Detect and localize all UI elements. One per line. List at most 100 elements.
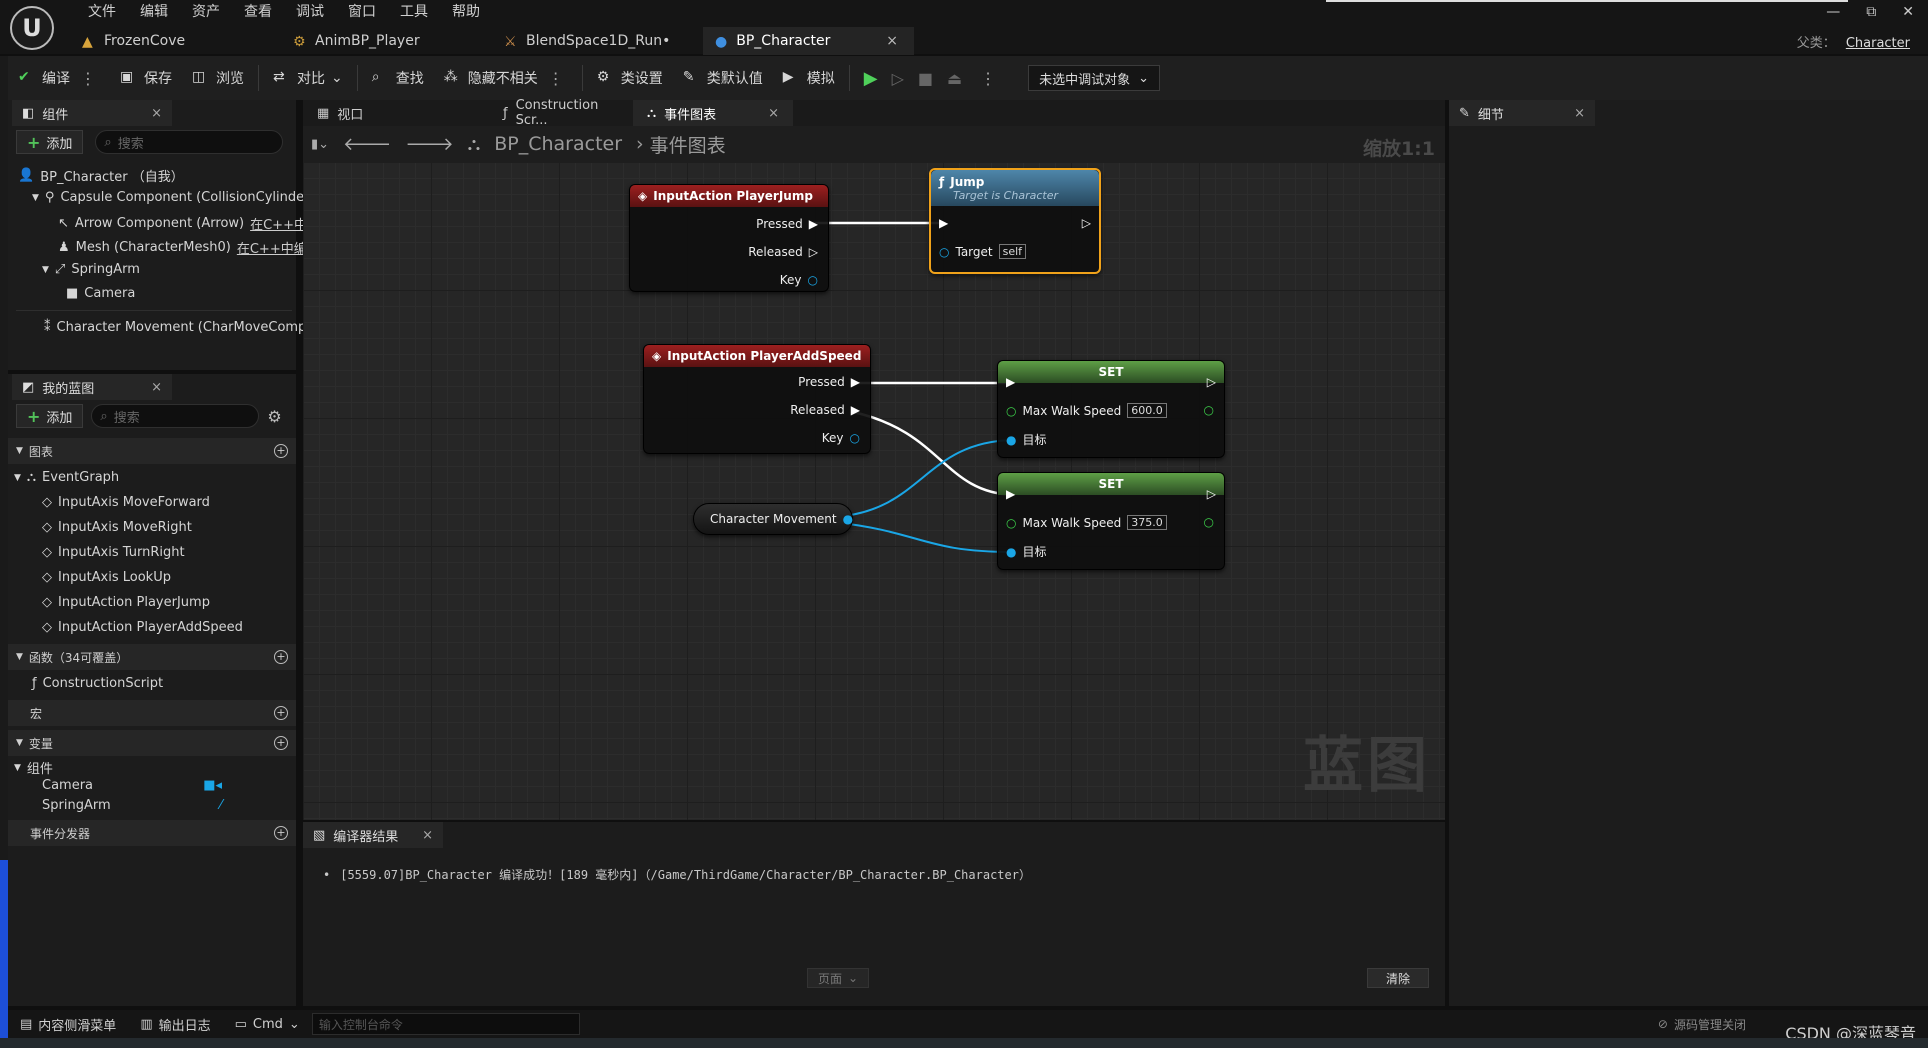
pin-released[interactable]: Released ▷ [748, 245, 818, 259]
doc-tab-animbp-player[interactable]: ⚙ AnimBP_Player [281, 27, 492, 55]
forward-arrow-icon[interactable]: 🡒 [405, 134, 453, 155]
event-item[interactable]: ◇ InputAxis LookUp [42, 570, 171, 585]
gear-icon[interactable]: ⚙ [267, 407, 281, 426]
node-set-max-walk-speed-2[interactable]: SET ▶ ▷ ○ Max Walk Speed 375.0 ○ ● 目标 [997, 472, 1225, 570]
menu-file[interactable]: 文件 [76, 2, 128, 22]
pin-output[interactable]: ○ [1204, 403, 1214, 417]
add-circle-icon[interactable]: + [274, 826, 288, 840]
components-tab[interactable]: ◧ 组件 × [12, 100, 172, 126]
stop-icon[interactable]: ■ [918, 69, 933, 88]
compiler-results-tab[interactable]: ▧ 编译器结果 × [303, 822, 443, 848]
save-button[interactable]: ▣ 保存 [110, 56, 182, 100]
node-character-movement-getter[interactable]: Character Movement ● [693, 503, 853, 535]
content-drawer-button[interactable]: ▤ 内容侧滑菜单 [8, 1015, 128, 1034]
play-icon[interactable]: ▶ [864, 68, 878, 89]
tree-item-camera[interactable]: ■ Camera [66, 286, 135, 301]
variable-group-components[interactable]: ▼ 组件 [14, 758, 53, 777]
close-icon[interactable]: × [768, 106, 779, 121]
breadcrumb-bp[interactable]: BP_Character [494, 133, 622, 155]
section-variables[interactable]: ▼ 变量 + [8, 730, 296, 756]
output-log-button[interactable]: ▥ 输出日志 [128, 1015, 222, 1034]
more-options-icon[interactable]: ⋮ [976, 69, 1000, 88]
node-inputaction-playeraddspeed[interactable]: ◈ InputAction PlayerAddSpeed Pressed ▶ Rel… [643, 344, 871, 454]
browse-button[interactable]: ◫ 浏览 [182, 56, 254, 100]
clear-button[interactable]: 清除 [1367, 968, 1430, 988]
class-defaults-button[interactable]: ✎ 类默认值 [673, 56, 773, 100]
hide-unrelated-button[interactable]: ⁂ 隐藏不相关 ⋮ [434, 56, 578, 100]
search-input[interactable]: ⌕ 搜索 [91, 404, 260, 428]
menu-edit[interactable]: 编辑 [128, 2, 180, 22]
close-icon[interactable]: × [1574, 106, 1585, 121]
eject-icon[interactable]: ⏏ [947, 69, 962, 88]
page-dropdown[interactable]: 页面 ⌄ [807, 968, 870, 988]
simulate-button[interactable]: ▶ 模拟 [773, 56, 845, 100]
doc-tab-bp-character[interactable]: ● BP_Character × [703, 27, 914, 55]
console-input[interactable]: 输入控制台命令 [311, 1013, 580, 1035]
back-arrow-icon[interactable]: 🡐 [343, 134, 391, 155]
section-functions[interactable]: ▼ 函数（34可覆盖） + [8, 644, 296, 670]
compile-button[interactable]: ✔ 编译 ⋮ [8, 56, 110, 100]
pin-released[interactable]: Released ▶ [790, 403, 860, 417]
pin-target[interactable]: ● 目标 [1006, 543, 1047, 560]
exec-in-pin[interactable]: ▶ [1006, 487, 1015, 501]
debug-object-select[interactable]: 未选中调试对象 ⌄ [1028, 65, 1161, 91]
add-circle-icon[interactable]: + [274, 706, 288, 720]
add-circle-icon[interactable]: + [274, 444, 288, 458]
section-macros[interactable]: 宏 + [8, 700, 296, 726]
speed-value-input[interactable]: 600.0 [1127, 403, 1167, 418]
menu-tools[interactable]: 工具 [388, 2, 440, 22]
more-options-icon[interactable]: ⋮ [544, 69, 568, 88]
class-settings-button[interactable]: ⚙ 类设置 [587, 56, 673, 100]
section-event-dispatchers[interactable]: 事件分发器 + [8, 820, 296, 846]
pin-key[interactable]: Key ○ [780, 273, 818, 287]
event-item[interactable]: ◇ InputAxis TurnRight [42, 545, 185, 560]
tree-item-capsule[interactable]: ▼ ⚲ Capsule Component (CollisionCylinder) [32, 190, 315, 205]
unreal-logo-icon[interactable]: U [10, 6, 54, 50]
cmd-dropdown[interactable]: ▭ Cmd ⌄ [223, 1017, 312, 1032]
diff-button[interactable]: ⇄ 对比 ⌄ [263, 56, 353, 100]
menu-view[interactable]: 查看 [232, 2, 284, 22]
bookmark-icon[interactable]: ▮⌄ [311, 137, 329, 152]
event-item[interactable]: ◇ InputAction PlayerJump [42, 595, 210, 610]
variable-item-springarm[interactable]: SpringArm ⁄ [42, 798, 222, 813]
close-icon[interactable]: × [151, 106, 162, 121]
minimize-button[interactable]: — [1826, 4, 1840, 20]
add-member-button[interactable]: + 添加 [16, 404, 84, 428]
exec-in-pin[interactable]: ▶ [1006, 375, 1015, 389]
pin-pressed[interactable]: Pressed ▶ [756, 217, 818, 231]
pin-target[interactable]: ● 目标 [1006, 431, 1047, 448]
restore-button[interactable]: ⧉ [1866, 4, 1876, 20]
tree-item-character-movement[interactable]: ⁑ Character Movement (CharMoveComp) [44, 320, 311, 335]
tab-viewport[interactable]: ▦ 视口 [303, 100, 463, 126]
close-window-button[interactable]: ✕ [1902, 4, 1914, 20]
source-control-status[interactable]: ⊘ 源码管理关闭 [1646, 1016, 1758, 1033]
pin-pressed[interactable]: Pressed ▶ [798, 375, 860, 389]
find-button[interactable]: ⌕ 查找 [362, 56, 434, 100]
tree-item-springarm[interactable]: ▼ ⤢ SpringArm [42, 262, 140, 277]
breadcrumb-graph[interactable]: 事件图表 [650, 131, 726, 158]
close-icon[interactable]: × [422, 828, 433, 843]
menu-debug[interactable]: 调试 [284, 2, 336, 22]
variable-item-camera[interactable]: Camera ■◂ [42, 778, 222, 793]
my-blueprint-tab[interactable]: ◩ 我的蓝图 × [12, 374, 172, 400]
speed-value-input[interactable]: 375.0 [1127, 515, 1167, 530]
target-value[interactable]: self [998, 244, 1027, 259]
node-inputaction-playerjump[interactable]: ◈ InputAction PlayerJump Pressed ▶ Release… [629, 184, 829, 292]
more-options-icon[interactable]: ⋮ [76, 69, 100, 88]
exec-in-pin[interactable]: ▶ [939, 216, 948, 230]
pin-max-walk-speed[interactable]: ○ Max Walk Speed 375.0 [1006, 515, 1167, 530]
tab-construction-script[interactable]: ƒ Construction Scr... [463, 98, 633, 128]
pin-target[interactable]: ○ Target self [939, 244, 1027, 259]
step-icon[interactable]: ▷ [892, 69, 904, 88]
exec-out-pin[interactable]: ▷ [1082, 216, 1091, 230]
pin-output[interactable]: ○ [1204, 515, 1214, 529]
menu-asset[interactable]: 资产 [180, 2, 232, 22]
tree-item-event-graph[interactable]: ▼ ⛬ EventGraph [14, 470, 119, 485]
event-item[interactable]: ◇ InputAxis MoveRight [42, 520, 192, 535]
node-set-max-walk-speed-1[interactable]: SET ▶ ▷ ○ Max Walk Speed 600.0 ○ ● 目标 [997, 360, 1225, 458]
exec-out-pin[interactable]: ▷ [1207, 487, 1216, 501]
event-graph-canvas[interactable]: ◈ InputAction PlayerJump Pressed ▶ Release… [303, 162, 1445, 820]
tree-item-arrow[interactable]: ↖ Arrow Component (Arrow) 在C++中编 [58, 214, 320, 233]
menu-window[interactable]: 窗口 [336, 2, 388, 22]
section-graphs[interactable]: ▼ 图表 + [8, 438, 296, 464]
